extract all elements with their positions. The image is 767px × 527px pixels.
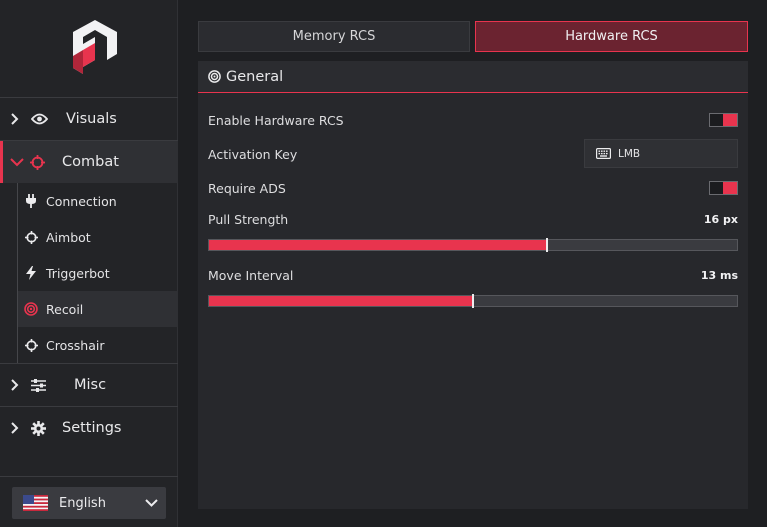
nav-category-label: Misc [74,377,107,393]
toggle-knob [723,182,737,194]
crosshair-icon [24,338,38,352]
divider [0,476,178,477]
sidebar-item-triggerbot[interactable]: Triggerbot [18,255,178,291]
chevron-down-icon [145,495,158,515]
nav-category-misc[interactable]: Misc [0,364,178,406]
activation-key-button[interactable]: LMB [584,139,738,168]
nav-category-label: Settings [62,420,122,436]
move-interval-value: 13 ms [700,269,738,282]
plug-icon [24,194,38,208]
tab-hardware-rcs[interactable]: Hardware RCS [475,21,748,52]
app-logo [73,20,117,74]
move-interval-label: Move Interval [208,268,294,283]
sidebar-item-label: Aimbot [46,229,91,245]
require-ads-toggle[interactable] [709,181,738,195]
nav-category-label: Combat [62,154,119,170]
sidebar-item-recoil[interactable]: Recoil [18,291,178,327]
slider-thumb[interactable] [546,238,548,252]
chevron-down-icon [10,141,24,183]
bolt-icon [24,266,38,280]
sidebar-item-label: Recoil [46,301,84,317]
pull-strength-label: Pull Strength [208,212,289,227]
pull-strength-value: 16 px [703,213,738,226]
activation-key-value: LMB [618,147,641,160]
nav-category-combat[interactable]: Combat [0,141,178,183]
sidebar-item-label: Connection [46,193,117,209]
language-select[interactable]: English [12,487,166,519]
gear-icon [31,407,46,449]
sidebar-item-connection[interactable]: Connection [18,183,178,219]
target-icon [208,70,221,83]
sliders-icon [31,364,46,406]
tab-memory-rcs[interactable]: Memory RCS [198,21,470,52]
pull-strength-slider[interactable] [208,238,738,252]
us-flag-icon [23,495,48,511]
settings-panel: General Enable Hardware RCS Activation K… [198,61,748,509]
sidebar: Visuals Combat Connection Aimbot Trigger… [0,0,178,527]
eye-icon [31,98,48,140]
sidebar-item-label: Triggerbot [46,265,110,281]
crosshair-icon [30,141,45,183]
sidebar-item-crosshair[interactable]: Crosshair [18,327,178,363]
slider-fill [209,296,473,306]
nav-category-visuals[interactable]: Visuals [0,98,178,140]
chevron-right-icon [10,407,20,449]
slider-fill [209,240,547,250]
target-icon [24,302,38,316]
language-label: English [59,495,106,511]
slider-thumb[interactable] [472,294,474,308]
enable-hardware-rcs-label: Enable Hardware RCS [208,113,344,128]
nav-category-label: Visuals [66,111,117,127]
move-interval-slider[interactable] [208,294,738,308]
panel-title: General [226,68,284,85]
activation-key-label: Activation Key [208,147,298,162]
require-ads-label: Require ADS [208,181,286,196]
nav-category-settings[interactable]: Settings [0,407,178,449]
toggle-knob [723,114,737,126]
enable-hardware-rcs-toggle[interactable] [709,113,738,127]
chevron-right-icon [10,98,20,140]
sidebar-item-aimbot[interactable]: Aimbot [18,219,178,255]
chevron-right-icon [10,364,20,406]
keyboard-icon [596,148,611,159]
crosshair-icon [24,230,38,244]
panel-header: General [198,61,748,93]
sidebar-item-label: Crosshair [46,337,105,353]
